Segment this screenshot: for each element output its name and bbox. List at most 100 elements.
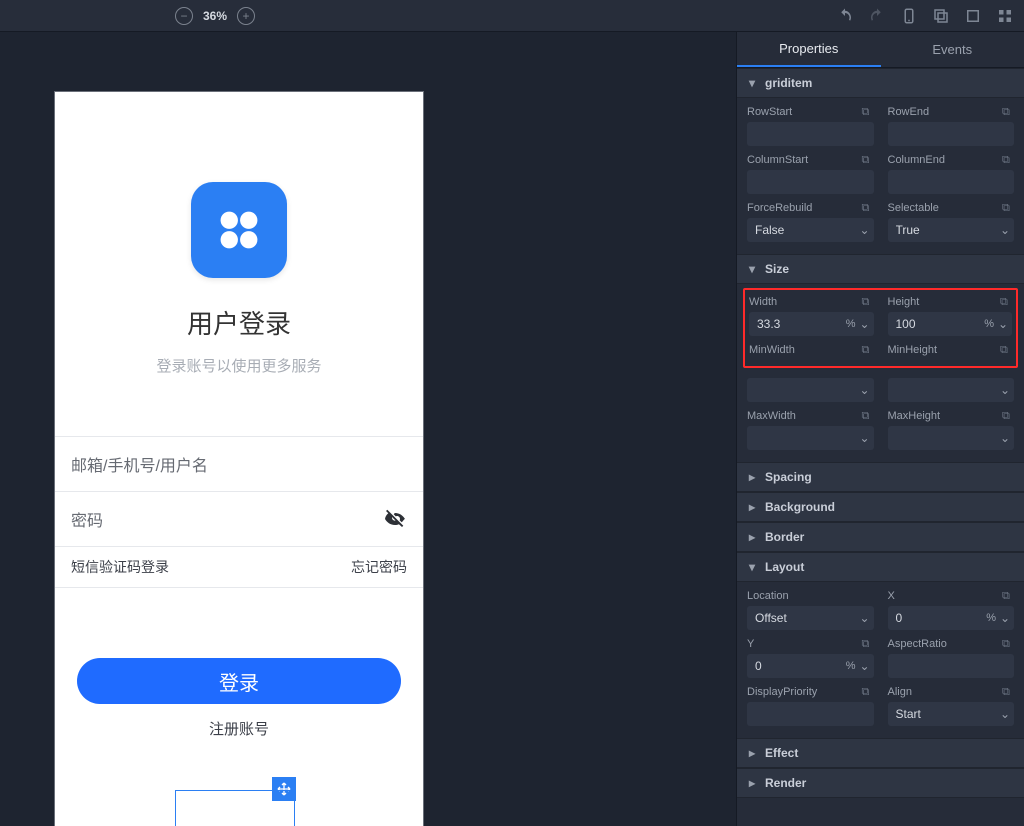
link-icon[interactable]: ⧉ xyxy=(862,410,874,422)
login-subtitle: 登录账号以使用更多服务 xyxy=(156,355,321,376)
section-size[interactable]: ▾ Size xyxy=(737,254,1024,284)
link-icon[interactable]: ⧉ xyxy=(1002,638,1014,650)
app-logo xyxy=(191,182,287,278)
tab-properties[interactable]: Properties xyxy=(737,32,881,67)
input-height[interactable]: 100%⌄ xyxy=(888,312,1013,336)
link-icon[interactable]: ⧉ xyxy=(862,202,874,214)
zoom-out-button[interactable]: − xyxy=(175,7,193,25)
section-effect[interactable]: ▸ Effect xyxy=(737,738,1024,768)
link-icon[interactable]: ⧉ xyxy=(862,686,874,698)
section-border[interactable]: ▸ Border xyxy=(737,522,1024,552)
input-y[interactable]: 0%⌄ xyxy=(747,654,874,678)
undo-icon[interactable] xyxy=(836,7,854,25)
chevron-down-icon: ⌄ xyxy=(860,223,870,237)
tab-events[interactable]: Events xyxy=(881,32,1024,67)
zoom-value: 36% xyxy=(203,9,227,23)
input-displaypriority[interactable] xyxy=(747,702,874,726)
device-preview: 用户登录 登录账号以使用更多服务 邮箱/手机号/用户名 密码 xyxy=(55,92,423,826)
link-icon[interactable]: ⧉ xyxy=(862,296,874,308)
link-icon[interactable]: ⧉ xyxy=(1002,686,1014,698)
redo-icon[interactable] xyxy=(868,7,886,25)
input-colstart[interactable] xyxy=(747,170,874,194)
section-background[interactable]: ▸ Background xyxy=(737,492,1024,522)
input-maxwidth[interactable]: ⌄ xyxy=(747,426,874,450)
canvas[interactable]: 用户登录 登录账号以使用更多服务 邮箱/手机号/用户名 密码 xyxy=(0,32,736,826)
section-spacing[interactable]: ▸ Spacing xyxy=(737,462,1024,492)
chevron-down-icon: ⌄ xyxy=(998,317,1008,331)
link-icon[interactable]: ⧉ xyxy=(862,638,874,650)
link-icon[interactable]: ⧉ xyxy=(1000,296,1012,308)
select-align[interactable]: Start⌄ xyxy=(888,702,1015,726)
select-forcerebuild[interactable]: False⌄ xyxy=(747,218,874,242)
prop-maxwidth: MaxWidth⧉ ⌄ xyxy=(747,410,874,450)
input-minheight[interactable]: ⌄ xyxy=(888,378,1015,402)
chevron-down-icon: ⌄ xyxy=(860,317,870,331)
link-icon[interactable]: ⧉ xyxy=(1002,202,1014,214)
section-griditem[interactable]: ▾ griditem xyxy=(737,68,1024,98)
prop-minheight: MinHeight⧉ xyxy=(888,344,1013,356)
input-rowstart[interactable] xyxy=(747,122,874,146)
link-icon[interactable]: ⧉ xyxy=(1000,344,1012,356)
input-rowend[interactable] xyxy=(888,122,1015,146)
prop-displaypriority: DisplayPriority⧉ xyxy=(747,686,874,726)
zoom-control: − 36% + xyxy=(175,7,255,25)
link-icon[interactable]: ⧉ xyxy=(1002,410,1014,422)
prop-selectable: Selectable⧉ True⌄ xyxy=(888,202,1015,242)
chevron-down-icon: ⌄ xyxy=(860,431,870,445)
prop-align: Align⧉ Start⌄ xyxy=(888,686,1015,726)
login-button[interactable]: 登录 xyxy=(77,658,401,704)
prop-height: Height⧉ 100%⌄ xyxy=(888,296,1013,336)
select-selectable[interactable]: True⌄ xyxy=(888,218,1015,242)
caret-down-icon: ▾ xyxy=(749,560,759,574)
password-field[interactable]: 密码 xyxy=(55,491,423,546)
link-icon[interactable]: ⧉ xyxy=(1002,154,1014,166)
link-icon[interactable]: ⧉ xyxy=(862,154,874,166)
login-links-row: 短信验证码登录 忘记密码 xyxy=(55,546,423,588)
select-location[interactable]: Offset⌄ xyxy=(747,606,874,630)
prop-minwidth: MinWidth⧉ xyxy=(749,344,874,356)
chevron-down-icon: ⌄ xyxy=(860,383,870,397)
top-toolbar: − 36% + xyxy=(0,0,1024,32)
caret-right-icon: ▸ xyxy=(749,500,759,514)
register-link[interactable]: 注册账号 xyxy=(209,718,269,739)
input-aspectratio[interactable] xyxy=(888,654,1015,678)
caret-right-icon: ▸ xyxy=(749,530,759,544)
prop-minheight-input: ⌄ xyxy=(888,378,1015,402)
grid-icon[interactable] xyxy=(996,7,1014,25)
section-layout[interactable]: ▾ Layout xyxy=(737,552,1024,582)
caret-right-icon: ▸ xyxy=(749,776,759,790)
input-minwidth[interactable]: ⌄ xyxy=(747,378,874,402)
zoom-in-button[interactable]: + xyxy=(237,7,255,25)
sms-login-link[interactable]: 短信验证码登录 xyxy=(71,557,169,577)
overlap-icon[interactable] xyxy=(932,7,950,25)
eye-off-icon[interactable] xyxy=(383,507,407,531)
prop-colstart: ColumnStart⧉ xyxy=(747,154,874,194)
account-field[interactable]: 邮箱/手机号/用户名 xyxy=(55,436,423,491)
caret-down-icon: ▾ xyxy=(749,262,759,276)
prop-minwidth-input: ⌄ xyxy=(747,378,874,402)
prop-location: Location Offset⌄ xyxy=(747,590,874,630)
prop-rowstart: RowStart⧉ xyxy=(747,106,874,146)
link-icon[interactable]: ⧉ xyxy=(1002,106,1014,118)
chevron-down-icon: ⌄ xyxy=(1000,431,1010,445)
input-width[interactable]: 33.3%⌄ xyxy=(749,312,874,336)
link-icon[interactable]: ⧉ xyxy=(862,106,874,118)
prop-colend: ColumnEnd⧉ xyxy=(888,154,1015,194)
input-x[interactable]: 0%⌄ xyxy=(888,606,1015,630)
forgot-password-link[interactable]: 忘记密码 xyxy=(351,557,407,577)
square-icon[interactable] xyxy=(964,7,982,25)
size-highlight-box: Width⧉ 33.3%⌄ Height⧉ 100%⌄ MinWidth⧉ Mi… xyxy=(743,288,1018,368)
link-icon[interactable]: ⧉ xyxy=(1002,590,1014,602)
prop-maxheight: MaxHeight⧉ ⌄ xyxy=(888,410,1015,450)
input-colend[interactable] xyxy=(888,170,1015,194)
device-icon[interactable] xyxy=(900,7,918,25)
prop-rowend: RowEnd⧉ xyxy=(888,106,1015,146)
section-render[interactable]: ▸ Render xyxy=(737,768,1024,798)
link-icon[interactable]: ⧉ xyxy=(862,344,874,356)
caret-down-icon: ▾ xyxy=(749,76,759,90)
chevron-down-icon: ⌄ xyxy=(860,659,870,673)
selection-outline[interactable] xyxy=(175,790,295,826)
input-maxheight[interactable]: ⌄ xyxy=(888,426,1015,450)
chevron-down-icon: ⌄ xyxy=(1000,707,1010,721)
properties-panel: Properties Events ▾ griditem RowStart⧉ R… xyxy=(736,32,1024,826)
